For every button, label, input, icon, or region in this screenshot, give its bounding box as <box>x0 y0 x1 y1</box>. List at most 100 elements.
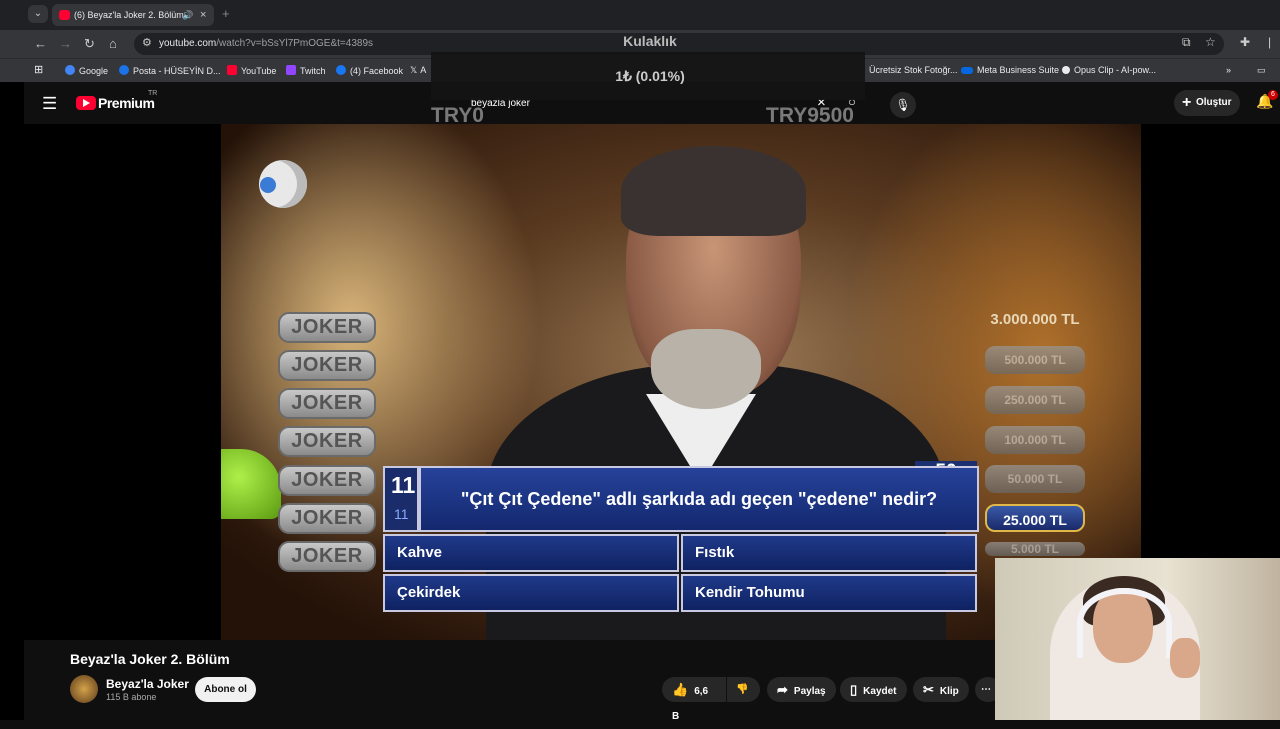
joker-badge: JOKER <box>278 350 376 381</box>
host-beard <box>651 329 761 409</box>
x-icon: 𝕏 <box>410 65 418 75</box>
share-label: Paylaş <box>793 686 826 697</box>
save-label: Kaydet <box>863 686 897 697</box>
save-button[interactable]: ▯ Kaydet <box>840 677 907 702</box>
bookmark-label: (4) Facebook <box>350 66 404 76</box>
clip-label: Klip <box>939 686 959 697</box>
twitch-icon <box>286 65 296 75</box>
create-label: Oluştur <box>1196 97 1232 108</box>
speaker-icon[interactable]: 🔊 <box>182 4 193 26</box>
url-path: /watch?v=bSsYl7PmOGE&t=4389s <box>216 38 374 49</box>
answer-d: Kendir Tohumu <box>681 574 977 612</box>
extensions-icon[interactable]: ✚ <box>1240 35 1250 49</box>
subscriber-count: 115 B abone <box>106 692 157 702</box>
question-number-box: 11 11 <box>383 466 419 532</box>
donation-amount: 1₺ (0.01%) <box>615 68 685 84</box>
bookmark-label: Google <box>79 66 109 76</box>
joker-badge: JOKER <box>278 465 376 496</box>
url-domain: youtube.com <box>159 38 217 49</box>
browser-tab-strip: ⌄ (6) Beyaz'la Joker 2. Bölüm 🔊 × + <box>0 0 1280 30</box>
folder-icon[interactable]: ▭ <box>1257 65 1266 76</box>
youtube-favicon-icon <box>59 10 70 20</box>
answer-a: Kahve <box>383 534 679 572</box>
active-tab[interactable]: (6) Beyaz'la Joker 2. Bölüm 🔊 × <box>52 4 214 26</box>
menu-icon[interactable]: ☰ <box>42 94 57 114</box>
youtube-logo-icon[interactable] <box>76 96 96 110</box>
prize-level: 500.000 TL <box>985 346 1085 374</box>
channel-avatar[interactable] <box>70 675 98 703</box>
joker-badge: JOKER <box>278 503 376 534</box>
bookmark-icon: ▯ <box>850 682 858 697</box>
streamer-hand <box>1170 638 1200 678</box>
apps-grid-icon[interactable]: ⊞ <box>34 63 43 76</box>
bookmark-label: A <box>420 65 427 75</box>
youtube-premium-logo[interactable]: Premium <box>98 95 155 111</box>
profile-icon[interactable]: | <box>1268 35 1271 49</box>
prize-current: 25.000 TL <box>985 504 1085 532</box>
scissors-icon: ✂ <box>923 682 934 697</box>
prize-level: 5.000 TL <box>985 542 1085 556</box>
bookmark-youtube[interactable]: YouTube <box>227 65 276 76</box>
prize-level: 100.000 TL <box>985 426 1085 454</box>
bookmark-twitch[interactable]: Twitch <box>286 65 326 76</box>
close-tab-icon[interactable]: × <box>200 4 206 26</box>
left-edge <box>0 82 24 720</box>
notification-badge: 6 <box>1268 90 1278 100</box>
new-tab-icon[interactable]: + <box>222 6 230 21</box>
install-app-icon[interactable]: ⧉ <box>1182 35 1191 50</box>
plus-icon: + <box>1182 94 1192 111</box>
tab-title: (6) Beyaz'la Joker 2. Bölüm <box>74 10 184 20</box>
bookmark-google[interactable]: Google <box>65 65 108 76</box>
create-button[interactable]: + Oluştur <box>1174 90 1240 116</box>
bookmark-facebook[interactable]: (4) Facebook <box>336 65 403 76</box>
headphones-icon <box>1077 588 1172 658</box>
more-bookmarks-icon[interactable]: » <box>1226 65 1231 75</box>
home-icon[interactable]: ⌂ <box>109 36 117 51</box>
reload-icon[interactable]: ↻ <box>84 36 95 52</box>
question-text: "Çıt Çıt Çedene" adlı şarkıda adı geçen … <box>419 466 979 532</box>
answer-c: Çekirdek <box>383 574 679 612</box>
joker-badge: JOKER <box>278 541 376 572</box>
audio-device-label: Kulaklık <box>623 33 677 49</box>
subscribe-button[interactable]: Abone ol <box>195 677 256 702</box>
video-title: Beyaz'la Joker 2. Bölüm <box>70 651 230 667</box>
thumbs-down-icon: 👎 <box>736 684 749 695</box>
bookmark-opus[interactable]: Opus Clip - AI-pow... <box>1062 65 1156 75</box>
site-info-icon[interactable]: ⚙ <box>142 36 152 49</box>
question-number-small: 11 <box>394 506 409 522</box>
question-number: 11 <box>391 472 416 498</box>
tab-search-button[interactable]: ⌄ <box>28 5 48 23</box>
thumbs-up-icon: 👍 <box>672 682 689 697</box>
bookmark-label: Twitch <box>300 66 326 76</box>
back-icon[interactable]: ← <box>34 36 47 51</box>
opus-icon <box>1062 66 1070 74</box>
prize-top: 3.000.000 TL <box>990 311 1080 328</box>
forward-icon[interactable]: → <box>59 36 72 51</box>
bookmark-stock-photo[interactable]: Ücretsiz Stok Fotoğr... <box>869 65 958 75</box>
prize-level: 50.000 TL <box>985 465 1085 493</box>
joker-badge: JOKER <box>278 312 376 343</box>
clip-button[interactable]: ✂ Klip <box>913 677 969 702</box>
microphone-icon[interactable]: 🎙 <box>890 92 916 118</box>
channel-name[interactable]: Beyaz'la Joker <box>106 677 189 691</box>
youtube-icon <box>227 65 237 75</box>
joker-badge: JOKER <box>278 426 376 457</box>
google-icon <box>65 65 75 75</box>
tv-channel-logo <box>259 160 307 208</box>
like-button[interactable]: 👍 6,6 B <box>662 677 726 722</box>
bookmark-meta[interactable]: Meta Business Suite <box>961 65 1059 75</box>
share-button[interactable]: ➦ Paylaş <box>767 677 836 702</box>
dislike-button[interactable]: 👎 <box>727 677 760 702</box>
bookmark-label: YouTube <box>241 66 277 76</box>
bookmark-label: Posta - HÜSEYİN D... <box>133 66 221 76</box>
region-code: TR <box>148 90 158 97</box>
bookmark-star-icon[interactable]: ☆ <box>1205 35 1216 49</box>
bookmark-x[interactable]: 𝕏A <box>410 65 426 76</box>
bookmark-label: Opus Clip - AI-pow... <box>1074 65 1157 75</box>
bookmark-posta[interactable]: Posta - HÜSEYİN D... <box>119 65 221 76</box>
facebook-icon <box>336 65 346 75</box>
webcam-overlay <box>995 558 1280 720</box>
prize-level: 250.000 TL <box>985 386 1085 414</box>
joker-badge: JOKER <box>278 388 376 419</box>
answer-b: Fıstık <box>681 534 977 572</box>
